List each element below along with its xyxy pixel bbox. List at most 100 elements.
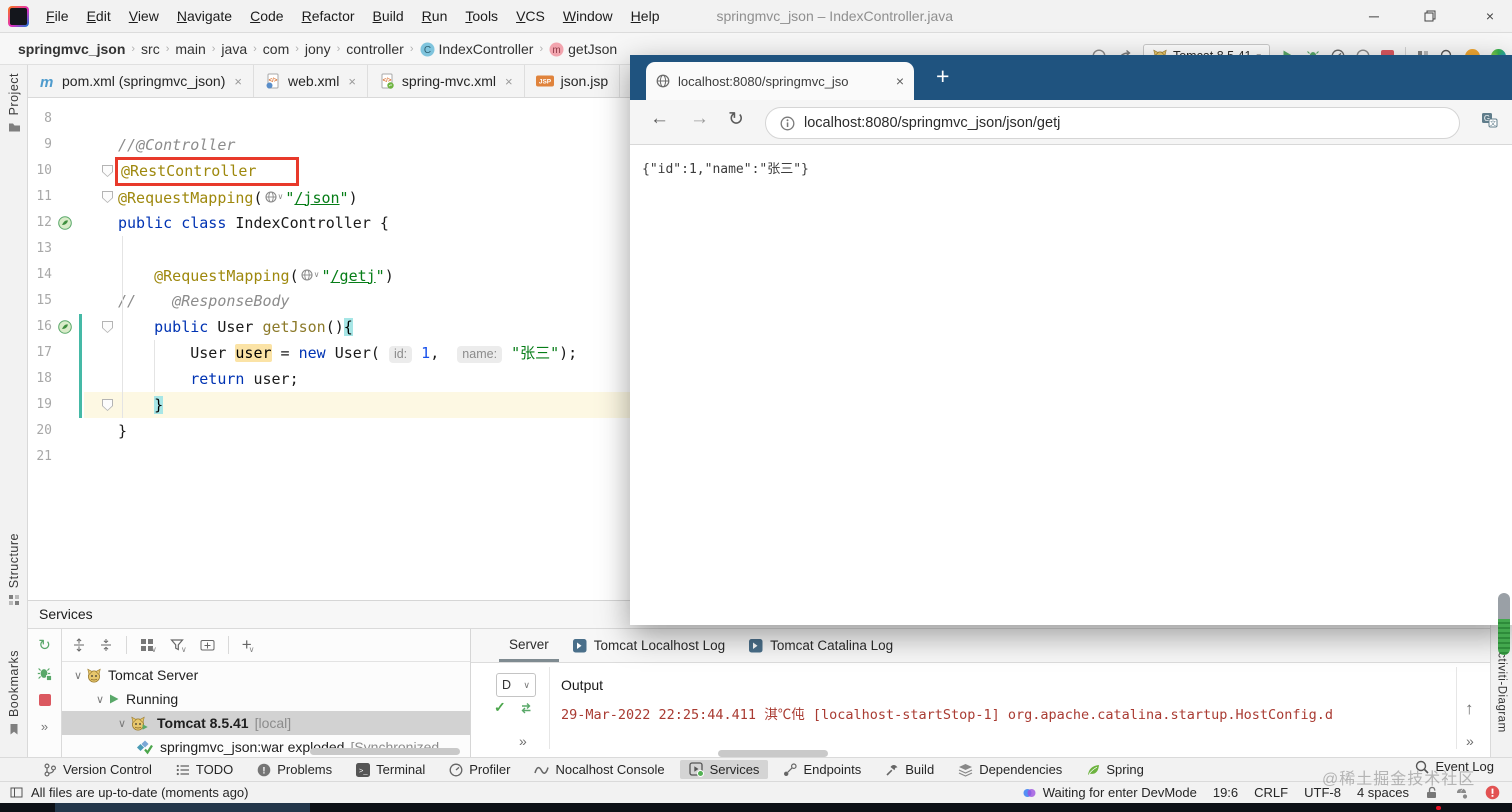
- menu-file[interactable]: File: [37, 0, 78, 32]
- caret-position[interactable]: 19:6: [1213, 785, 1238, 800]
- expand-all-button[interactable]: [72, 638, 86, 652]
- menu-window[interactable]: Window: [554, 0, 622, 32]
- address-bar[interactable]: localhost:8080/springmvc_json/json/getj: [765, 107, 1460, 139]
- file-encoding[interactable]: UTF-8: [1304, 785, 1341, 800]
- console-tab-server[interactable]: Server: [499, 629, 559, 662]
- menu-build[interactable]: Build: [364, 0, 413, 32]
- toolwindow-version-control[interactable]: Version Control: [34, 760, 161, 779]
- more-actions-left[interactable]: »: [41, 719, 48, 734]
- editor-tab-spring-mvc.xml[interactable]: </> spring-mvc.xml ×: [368, 65, 525, 97]
- collapse-all-button[interactable]: [99, 638, 113, 652]
- frame-plus-button[interactable]: [200, 638, 215, 652]
- console-tab-tomcat-localhost-log[interactable]: Tomcat Localhost Log: [563, 629, 735, 662]
- restore-button[interactable]: [1424, 10, 1440, 22]
- toolwindow-spring[interactable]: Spring: [1077, 760, 1153, 779]
- stop-button[interactable]: [38, 694, 51, 706]
- browser-scrollbar[interactable]: [1498, 593, 1510, 655]
- stripe-project[interactable]: Project: [0, 73, 28, 132]
- translate-icon[interactable]: G文: [1481, 112, 1498, 128]
- editor-tab-json.jsp[interactable]: JSP json.jsp: [525, 65, 621, 97]
- breadcrumb-item-jony[interactable]: jony: [305, 41, 331, 57]
- chevron-down-icon[interactable]: ∨: [92, 693, 108, 706]
- toolwindow-terminal[interactable]: >_ Terminal: [347, 760, 434, 779]
- menu-edit[interactable]: Edit: [78, 0, 120, 32]
- fold-marker-icon[interactable]: [102, 399, 113, 411]
- toolwindow-services[interactable]: Services: [679, 760, 769, 779]
- forward-button[interactable]: →: [690, 108, 709, 130]
- menu-code[interactable]: Code: [241, 0, 292, 32]
- fold-marker-icon[interactable]: [102, 191, 113, 203]
- devmode-status[interactable]: Waiting for enter DevMode: [1022, 785, 1197, 800]
- editor-tab-web.xml[interactable]: </> web.xml ×: [254, 65, 368, 97]
- back-button[interactable]: ←: [650, 108, 669, 130]
- event-log-button[interactable]: Event Log: [1415, 759, 1494, 774]
- editor-tab-pom.xml[interactable]: m pom.xml (springmvc_json) ×: [28, 65, 254, 97]
- error-indicator-icon[interactable]: [1485, 785, 1500, 800]
- fold-marker-icon[interactable]: [102, 165, 113, 177]
- more-console-actions[interactable]: »: [519, 733, 527, 749]
- breadcrumb-item-main[interactable]: main: [175, 41, 205, 57]
- breadcrumb-item-springmvc_json[interactable]: springmvc_json: [18, 41, 125, 57]
- url-mapping-inlay[interactable]: ∨: [299, 262, 322, 288]
- breadcrumb-item-getJson[interactable]: m getJson: [549, 41, 617, 57]
- breadcrumb-item-IndexController[interactable]: C IndexController: [420, 41, 533, 57]
- toolwindow-endpoints[interactable]: Endpoints: [774, 760, 870, 779]
- info-icon[interactable]: [780, 116, 795, 131]
- reload-button[interactable]: ↻: [728, 108, 744, 131]
- breadcrumb-item-controller[interactable]: controller: [346, 41, 404, 57]
- menu-help[interactable]: Help: [622, 0, 669, 32]
- toolwindow-problems[interactable]: ! Problems: [248, 760, 341, 779]
- stripe-bookmarks[interactable]: Bookmarks: [0, 650, 28, 735]
- menu-vcs[interactable]: VCS: [507, 0, 554, 32]
- tab-close-icon[interactable]: ×: [234, 74, 242, 89]
- tree-horizontal-scrollbar[interactable]: [310, 748, 460, 755]
- toolwindow-dependencies[interactable]: Dependencies: [949, 760, 1071, 779]
- tree-node-tomcat-server[interactable]: ∨ Tomcat Server: [62, 663, 498, 687]
- debug-restart-button[interactable]: [37, 666, 52, 681]
- rerun-console-icon[interactable]: [519, 701, 534, 716]
- menu-refactor[interactable]: Refactor: [293, 0, 364, 32]
- indent-setting[interactable]: 4 spaces: [1357, 785, 1409, 800]
- toolwindow-build[interactable]: Build: [876, 760, 943, 779]
- tree-node-springmvc-json-war-exploded[interactable]: springmvc_json:war exploded [Synchronized: [62, 735, 498, 759]
- breadcrumb-item-java[interactable]: java: [221, 41, 247, 57]
- browser-tab[interactable]: localhost:8080/springmvc_jso ×: [646, 62, 914, 100]
- tab-close-icon[interactable]: ×: [896, 73, 904, 89]
- stripe-structure[interactable]: Structure: [0, 533, 28, 606]
- url-text: localhost:8080/springmvc_json/json/getj: [804, 115, 1061, 131]
- menu-view[interactable]: View: [120, 0, 168, 32]
- console-tab-tomcat-catalina-log[interactable]: Tomcat Catalina Log: [739, 629, 903, 662]
- toolwindow-profiler[interactable]: Profiler: [440, 760, 519, 779]
- scroll-up-button[interactable]: ↑: [1465, 699, 1474, 719]
- minimize-button[interactable]: ─: [1366, 8, 1382, 24]
- nocalhost-devmode-icon: [1022, 786, 1037, 800]
- line-ending[interactable]: CRLF: [1254, 785, 1288, 800]
- output-horizontal-scrollbar[interactable]: [718, 750, 828, 757]
- fold-marker-icon[interactable]: [102, 321, 113, 333]
- tree-node-tomcat-8-5-41[interactable]: ∨ Tomcat 8.5.41 [local]: [62, 711, 498, 735]
- chevron-down-icon[interactable]: ∨: [70, 669, 86, 682]
- toolwindow-nocalhost-console[interactable]: Nocalhost Console: [525, 760, 673, 779]
- tree-node-running[interactable]: ∨ Running: [62, 687, 498, 711]
- breadcrumb-separator: ›: [165, 43, 170, 55]
- group-button[interactable]: ∨: [140, 638, 157, 654]
- url-mapping-inlay[interactable]: ∨: [263, 184, 286, 210]
- toolwindow-todo[interactable]: TODO: [167, 760, 242, 779]
- new-tab-button[interactable]: +: [936, 63, 949, 90]
- menu-navigate[interactable]: Navigate: [168, 0, 241, 32]
- unlock-icon[interactable]: [1425, 786, 1438, 799]
- close-button[interactable]: ×: [1482, 8, 1498, 24]
- filter-button[interactable]: ∨: [170, 638, 187, 654]
- log-dropdown[interactable]: D ∨: [496, 673, 536, 697]
- plus-sign-button[interactable]: + ∨: [242, 636, 255, 654]
- help-gear-icon[interactable]: ?: [1454, 786, 1469, 800]
- menu-run[interactable]: Run: [413, 0, 457, 32]
- breadcrumb-item-com[interactable]: com: [263, 41, 289, 57]
- chevron-down-icon[interactable]: ∨: [114, 717, 130, 730]
- breadcrumb-item-src[interactable]: src: [141, 41, 160, 57]
- tab-close-icon[interactable]: ×: [505, 74, 513, 89]
- menu-tools[interactable]: Tools: [456, 0, 507, 32]
- more-right-actions[interactable]: »: [1466, 733, 1474, 749]
- tab-close-icon[interactable]: ×: [348, 74, 356, 89]
- rerun-server-button[interactable]: ↻: [38, 638, 51, 653]
